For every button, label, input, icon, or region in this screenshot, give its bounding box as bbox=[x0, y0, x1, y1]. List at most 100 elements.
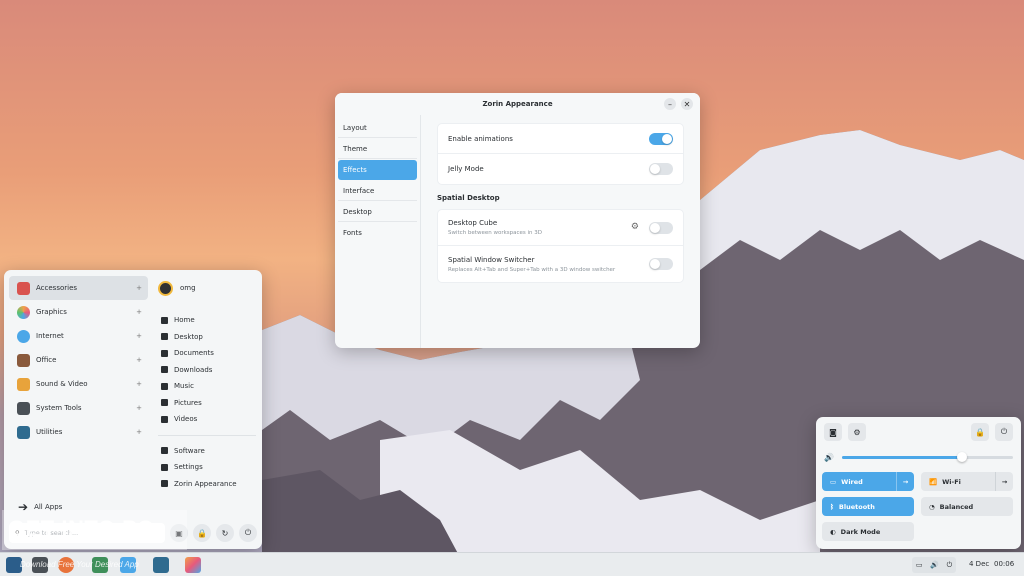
quick-settings-panel: ◙ ⚙ 🔒 ⏻ 🔊 ▭ Wired → 📶 Wi-Fi → ᛒ Bluetoot… bbox=[816, 417, 1021, 549]
sidebar-item-theme[interactable]: Theme bbox=[338, 139, 417, 159]
link-label: Software bbox=[174, 446, 205, 455]
desktop-cube-description: Switch between workspaces in 3D bbox=[448, 230, 543, 236]
wifi-tile[interactable]: 📶 Wi-Fi → bbox=[921, 472, 1013, 491]
place-desktop[interactable]: Desktop bbox=[158, 329, 256, 346]
internet-icon bbox=[17, 329, 30, 343]
place-label: Pictures bbox=[174, 398, 202, 407]
restart-icon: ↻ bbox=[221, 528, 229, 538]
place-downloads[interactable]: Downloads bbox=[158, 362, 256, 379]
category-accessories[interactable]: Accessories + bbox=[9, 276, 148, 300]
enable-animations-row: Enable animations bbox=[438, 124, 683, 154]
screenshot-button[interactable]: ◙ bbox=[824, 423, 842, 441]
system-tools-icon bbox=[17, 401, 30, 415]
video-icon bbox=[161, 415, 168, 423]
taskbar-date[interactable]: 4 Dec bbox=[969, 560, 989, 568]
tile-label: Bluetooth bbox=[838, 502, 875, 511]
place-music[interactable]: Music bbox=[158, 378, 256, 395]
minimize-button[interactable]: – bbox=[664, 98, 676, 110]
jelly-mode-toggle[interactable] bbox=[649, 163, 673, 175]
quick-settings-toolbar: ◙ ⚙ 🔒 ⏻ bbox=[820, 423, 1017, 441]
desktop-icon bbox=[161, 333, 168, 341]
watermark-text: GET INTO PC bbox=[8, 516, 154, 541]
username: omg bbox=[180, 284, 196, 292]
category-label: Graphics bbox=[36, 308, 67, 316]
wired-tile[interactable]: ▭ Wired → bbox=[822, 472, 914, 491]
power-button[interactable]: ⏻ bbox=[239, 524, 257, 542]
place-documents[interactable]: Documents bbox=[158, 345, 256, 362]
power-mode-tile[interactable]: ◔ Balanced bbox=[921, 497, 1013, 516]
link-software[interactable]: Software bbox=[158, 443, 256, 460]
window-titlebar[interactable]: Zorin Appearance – ✕ bbox=[335, 93, 700, 115]
power-button[interactable]: ⏻ bbox=[995, 423, 1013, 441]
brush-icon bbox=[161, 480, 168, 488]
bluetooth-icon: ᛒ bbox=[830, 502, 834, 511]
category-internet[interactable]: Internet + bbox=[9, 324, 148, 348]
place-home[interactable]: Home bbox=[158, 312, 256, 329]
arrow-right-icon[interactable]: → bbox=[896, 472, 914, 491]
tile-label: Dark Mode bbox=[840, 527, 881, 536]
download-icon bbox=[161, 366, 168, 374]
taskbar-time[interactable]: 00:06 bbox=[994, 560, 1014, 568]
category-graphics[interactable]: Graphics + bbox=[9, 300, 148, 324]
volume-track[interactable] bbox=[841, 451, 1013, 462]
category-utilities[interactable]: Utilities + bbox=[9, 420, 148, 444]
music-icon bbox=[161, 382, 168, 390]
chevron-right-icon: + bbox=[136, 428, 142, 436]
category-office[interactable]: Office + bbox=[9, 348, 148, 372]
software-icon bbox=[161, 447, 168, 455]
chevron-right-icon: + bbox=[136, 332, 142, 340]
place-label: Videos bbox=[174, 415, 198, 424]
tile-label: Balanced bbox=[939, 502, 974, 511]
category-label: Sound & Video bbox=[36, 380, 88, 388]
sidebar-item-interface[interactable]: Interface bbox=[338, 181, 417, 201]
link-label: Zorin Appearance bbox=[174, 479, 237, 488]
sidebar-item-desktop[interactable]: Desktop bbox=[338, 202, 417, 222]
category-list: Accessories + Graphics + Internet + Offi… bbox=[9, 276, 148, 444]
taskbar-app-terminal[interactable] bbox=[153, 557, 169, 573]
camera-icon: ◙ bbox=[829, 427, 837, 437]
link-settings[interactable]: Settings bbox=[158, 459, 256, 476]
start-menu: Accessories + Graphics + Internet + Offi… bbox=[4, 270, 262, 549]
chevron-right-icon: + bbox=[136, 404, 142, 412]
gear-icon[interactable]: ⚙ bbox=[631, 222, 639, 232]
category-sound-video[interactable]: Sound & Video + bbox=[9, 372, 148, 396]
close-icon: ✕ bbox=[683, 99, 691, 109]
taskbar-app-appearance[interactable] bbox=[185, 557, 201, 573]
sidebar-item-layout[interactable]: Layout bbox=[338, 118, 417, 138]
dark-mode-tile[interactable]: ◐ Dark Mode bbox=[822, 522, 914, 541]
sidebar-item-effects[interactable]: Effects bbox=[338, 160, 417, 180]
effects-card: Enable animations Jelly Mode bbox=[437, 123, 684, 185]
restart-button[interactable]: ↻ bbox=[216, 524, 234, 542]
appearance-window: Zorin Appearance – ✕ Layout Theme Effect… bbox=[335, 93, 700, 348]
jelly-mode-row: Jelly Mode bbox=[438, 154, 683, 184]
place-label: Music bbox=[174, 382, 194, 391]
place-pictures[interactable]: Pictures bbox=[158, 395, 256, 412]
place-label: Documents bbox=[174, 349, 214, 358]
power-mode-icon: ◔ bbox=[929, 502, 935, 511]
bluetooth-tile[interactable]: ᛒ Bluetooth bbox=[822, 497, 914, 516]
enable-animations-toggle[interactable] bbox=[649, 132, 673, 145]
taskbar: ▭ 🔊 ⏻ 4 Dec 00:06 Download Free Your Des… bbox=[0, 552, 1024, 576]
volume-slider[interactable]: 🔊 bbox=[824, 451, 1013, 463]
category-label: Office bbox=[36, 356, 57, 364]
wired-icon: ▭ bbox=[830, 477, 837, 486]
category-system-tools[interactable]: System Tools + bbox=[9, 396, 148, 420]
lock-button[interactable]: 🔒 bbox=[193, 524, 211, 542]
window-switcher-toggle[interactable] bbox=[649, 258, 673, 270]
spatial-card: Desktop Cube Switch between workspaces i… bbox=[437, 209, 684, 283]
system-tray[interactable]: ▭ 🔊 ⏻ bbox=[912, 557, 956, 573]
lock-button[interactable]: 🔒 bbox=[971, 423, 989, 441]
volume-knob[interactable] bbox=[956, 451, 967, 462]
chevron-right-icon: + bbox=[136, 380, 142, 388]
link-zorin-appearance[interactable]: Zorin Appearance bbox=[158, 476, 256, 493]
arrow-right-icon[interactable]: → bbox=[995, 472, 1013, 491]
wifi-icon: 📶 bbox=[929, 477, 938, 486]
gear-icon bbox=[161, 463, 168, 471]
settings-button[interactable]: ⚙ bbox=[848, 423, 866, 441]
watermark-overlay: GET INTO PC bbox=[2, 510, 187, 550]
user-account[interactable]: omg bbox=[158, 278, 256, 298]
close-button[interactable]: ✕ bbox=[681, 98, 693, 110]
place-videos[interactable]: Videos bbox=[158, 411, 256, 428]
sidebar-item-fonts[interactable]: Fonts bbox=[338, 223, 417, 243]
desktop-cube-toggle[interactable] bbox=[649, 221, 673, 234]
